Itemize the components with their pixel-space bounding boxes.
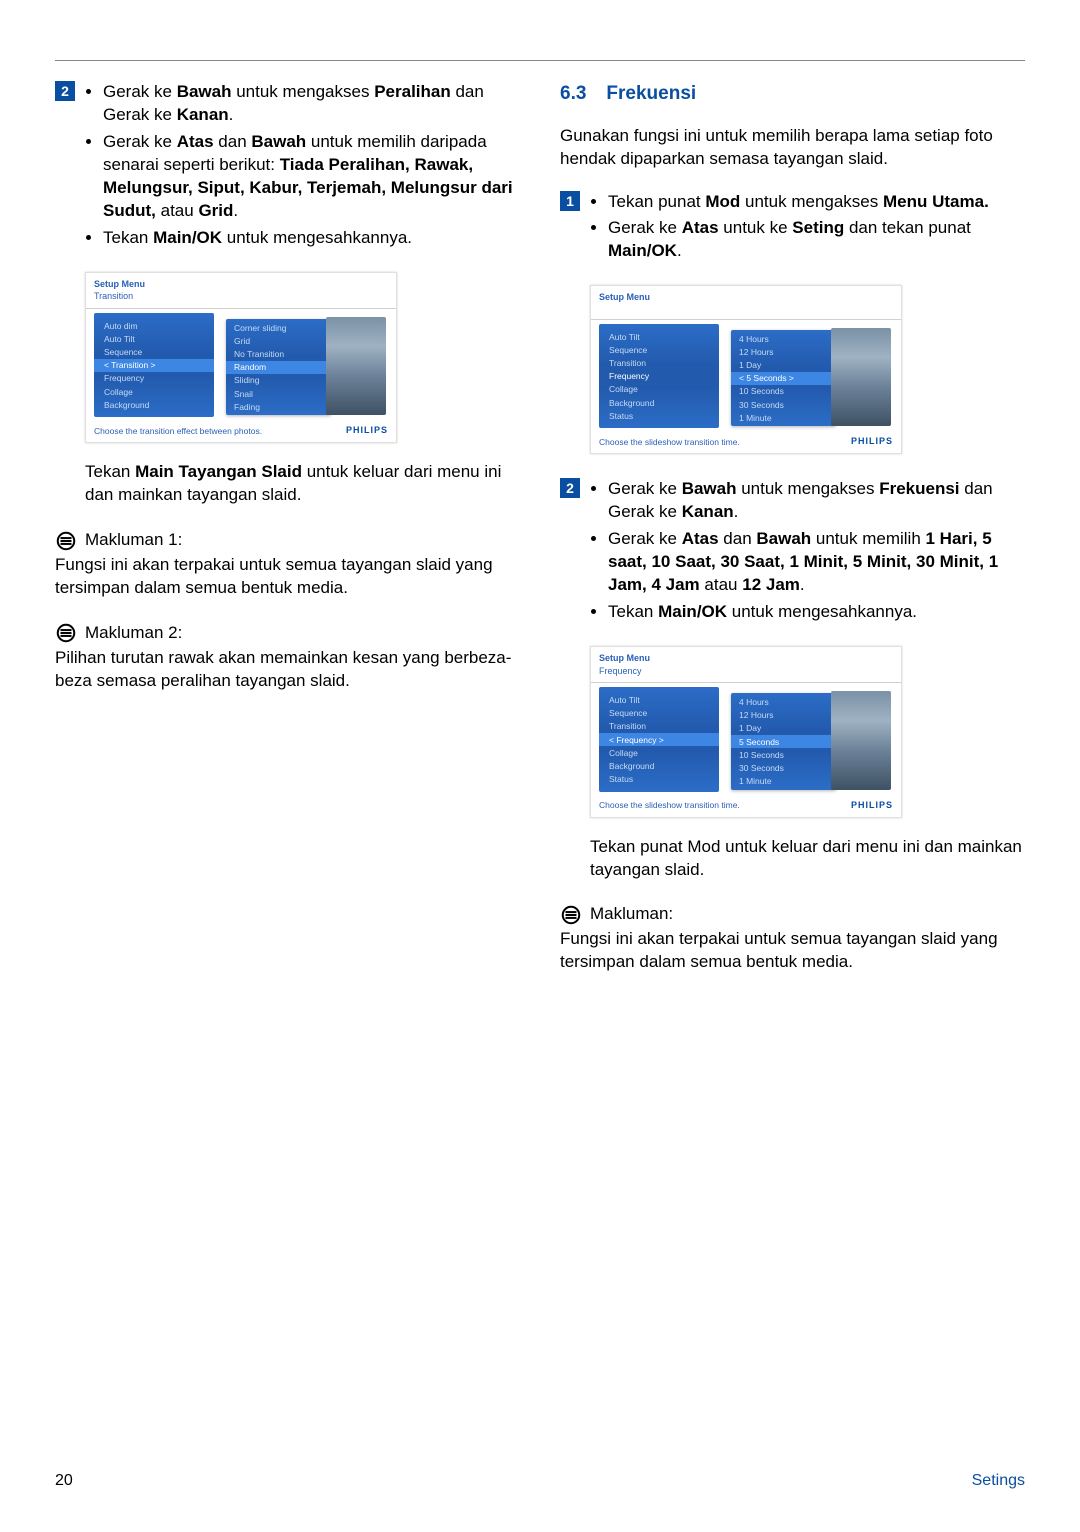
screenshot-menu-item: No Transition xyxy=(226,348,331,361)
note-1-head: Makluman 1: xyxy=(55,529,520,552)
screenshot-menu-item: Background xyxy=(599,759,719,772)
screenshot-menu-item: Transition xyxy=(599,720,719,733)
screenshot-transition: Setup MenuTransition Auto dimAuto TiltSeq… xyxy=(85,272,397,444)
note-2-body: Pilihan turutan rawak akan memainkan kes… xyxy=(55,647,520,693)
screenshot-menu-item: Auto Tilt xyxy=(94,332,214,345)
screenshot-menu-item: Collage xyxy=(599,383,719,396)
screenshot-menu-item: < 5 Seconds > xyxy=(731,372,836,385)
note-head: Makluman: xyxy=(560,903,1025,926)
screenshot-menu-item: Collage xyxy=(599,746,719,759)
bullet: Tekan Main/OK untuk mengesahkannya. xyxy=(103,227,520,250)
screenshot-hint: Choose the transition effect between pho… xyxy=(94,426,262,436)
screenshot-menu-item: Auto Tilt xyxy=(599,330,719,343)
screenshot-title-1: Setup Menu xyxy=(599,292,893,303)
screenshot-menu-item: Status xyxy=(599,409,719,422)
note-icon xyxy=(55,530,77,552)
bullet: Gerak ke Atas dan Bawah untuk memilih da… xyxy=(103,131,520,223)
screenshot-menu-item: 4 Hours xyxy=(731,332,836,345)
section-heading: 6.3 Frekuensi xyxy=(560,81,1025,107)
step-badge-2: 2 xyxy=(55,81,75,101)
screenshot-menu-item: 1 Day xyxy=(731,722,836,735)
bullet: Tekan punat Mod untuk mengakses Menu Uta… xyxy=(608,191,1025,214)
screenshot-title-2: Transition xyxy=(94,291,388,302)
note-1-title: Makluman 1: xyxy=(85,529,182,552)
note-2-head: Makluman 2: xyxy=(55,622,520,645)
screenshot-menu-item: 1 Minute xyxy=(731,411,836,424)
right-column: 6.3 Frekuensi Gunakan fungsi ini untuk m… xyxy=(560,81,1025,980)
screenshot-menu-item: Grid xyxy=(226,334,331,347)
right-step-2: 2 Gerak ke Bawah untuk mengakses Frekuen… xyxy=(560,478,1025,628)
screenshot-menu-item: Sequence xyxy=(94,346,214,359)
screenshot-title-1: Setup Menu xyxy=(599,653,893,664)
screenshot-menu-item: Collage xyxy=(94,385,214,398)
screenshot-menu-item: 30 Seconds xyxy=(731,761,836,774)
screenshot-menu-item: Fading xyxy=(226,400,331,413)
section-title: Frekuensi xyxy=(606,81,696,107)
bullet: Gerak ke Atas untuk ke Seting dan tekan … xyxy=(608,217,1025,263)
screenshot-hint: Choose the slideshow transition time. xyxy=(599,800,740,810)
screenshot-menu-item: Frequency xyxy=(94,372,214,385)
screenshot-menu-item: Snail xyxy=(226,387,331,400)
left-column: 2 Gerak ke Bawah untuk mengakses Peralih… xyxy=(55,81,520,980)
step-badge-2: 2 xyxy=(560,478,580,498)
screenshot-menu-item: Auto dim xyxy=(94,319,214,332)
after-shot3-text: Tekan punat Mod untuk keluar dari menu i… xyxy=(590,836,1025,882)
note-icon xyxy=(560,904,582,926)
screenshot-photo-preview xyxy=(831,691,891,789)
after-shot-text: Tekan Main Tayangan Slaid untuk keluar d… xyxy=(85,461,520,507)
screenshot-menu-item: 4 Hours xyxy=(731,695,836,708)
note-2-title: Makluman 2: xyxy=(85,622,182,645)
bullet: Tekan Main/OK untuk mengesahkannya. xyxy=(608,601,1025,624)
screenshot-menu-item: 1 Minute xyxy=(731,775,836,788)
note-title: Makluman: xyxy=(590,903,673,926)
screenshot-menu-item: 5 Seconds xyxy=(731,735,836,748)
screenshot-menu-item: Random xyxy=(226,361,331,374)
screenshot-menu-item: Corner sliding xyxy=(226,321,331,334)
screenshot-menu-item: 12 Hours xyxy=(731,709,836,722)
bullet: Gerak ke Bawah untuk mengakses Peralihan… xyxy=(103,81,520,127)
screenshot-menu-item: 12 Hours xyxy=(731,345,836,358)
screenshot-menu-item: 10 Seconds xyxy=(731,748,836,761)
screenshot-menu-item: Auto Tilt xyxy=(599,693,719,706)
screenshot-title-1: Setup Menu xyxy=(94,279,388,290)
screenshot-menu-item: Frequency xyxy=(599,370,719,383)
footer-section: Setings xyxy=(972,1470,1025,1492)
brand-logo: PHILIPS xyxy=(851,800,893,811)
screenshot-hint: Choose the slideshow transition time. xyxy=(599,437,740,447)
screenshot-menu-item: Transition xyxy=(599,357,719,370)
section-intro: Gunakan fungsi ini untuk memilih berapa … xyxy=(560,125,1025,171)
screenshot-menu-item: Background xyxy=(599,396,719,409)
screenshot-frequency-select: Setup Menu Frequency Auto TiltSequenceTran… xyxy=(590,646,902,818)
screenshot-menu-item: Background xyxy=(94,398,214,411)
note-icon xyxy=(55,622,77,644)
screenshot-menu-item: 1 Day xyxy=(731,359,836,372)
step-badge-1: 1 xyxy=(560,191,580,211)
screenshot-menu-item: 30 Seconds xyxy=(731,398,836,411)
brand-logo: PHILIPS xyxy=(851,436,893,447)
page-number: 20 xyxy=(55,1470,73,1492)
screenshot-menu-item: < Frequency > xyxy=(599,733,719,746)
screenshot-frequency-menu: Setup Menu Auto TiltSequenceTransitionFre… xyxy=(590,285,902,454)
screenshot-menu-item: Sequence xyxy=(599,707,719,720)
note-body: Fungsi ini akan terpakai untuk semua tay… xyxy=(560,928,1025,974)
note-1-body: Fungsi ini akan terpakai untuk semua tay… xyxy=(55,554,520,600)
brand-logo: PHILIPS xyxy=(346,425,388,436)
right-step-1: 1 Tekan punat Mod untuk mengakses Menu U… xyxy=(560,191,1025,268)
section-number: 6.3 xyxy=(560,81,586,107)
screenshot-menu-item: Status xyxy=(599,773,719,786)
screenshot-menu-item: < Transition > xyxy=(94,359,214,372)
left-step-2: 2 Gerak ke Bawah untuk mengakses Peralih… xyxy=(55,81,520,254)
screenshot-photo-preview xyxy=(326,317,386,415)
screenshot-menu-item: Sequence xyxy=(599,343,719,356)
screenshot-menu-item: Sliding xyxy=(226,374,331,387)
page-footer: 20 Setings xyxy=(55,1470,1025,1492)
bullet: Gerak ke Bawah untuk mengakses Frekuensi… xyxy=(608,478,1025,524)
screenshot-photo-preview xyxy=(831,328,891,426)
bullet: Gerak ke Atas dan Bawah untuk memilih 1 … xyxy=(608,528,1025,597)
screenshot-menu-item: 10 Seconds xyxy=(731,385,836,398)
screenshot-title-2: Frequency xyxy=(599,666,893,677)
